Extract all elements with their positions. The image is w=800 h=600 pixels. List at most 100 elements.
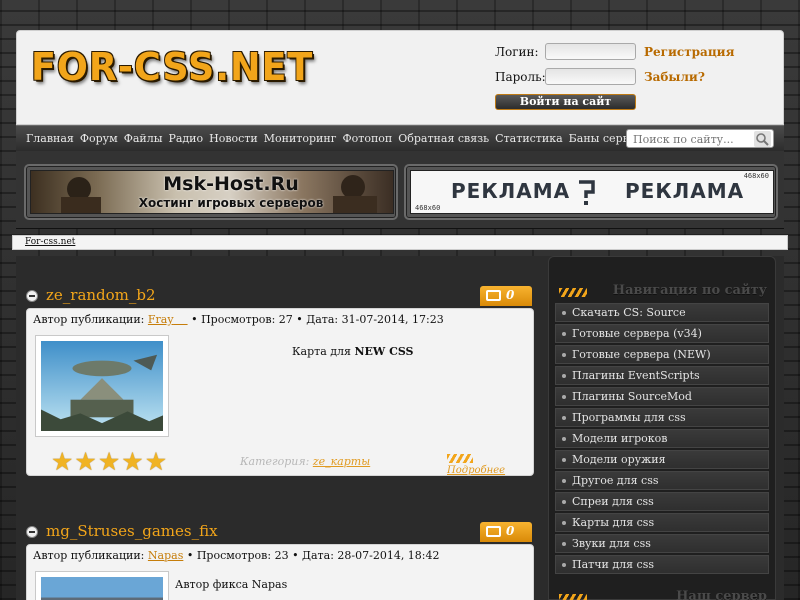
main-content: ze_random_b2 0 Автор публикации: Fray • … [16,256,784,600]
banner-zone: Msk-Host.Ru Хостинг игровых серверов РЕК… [16,151,784,229]
comment-icon [486,526,501,537]
page-wrapper: FOR-CSS.NET Логин: Регистрация Пароль: З… [12,30,788,600]
post-stats: • Просмотров: 27 • Дата: 31-07-2014, 17:… [191,313,444,326]
nav-item[interactable]: Радио [168,132,203,145]
question-mark-icon [579,180,595,205]
site-logo[interactable]: FOR-CSS.NET [31,45,313,89]
star-icon[interactable]: ★ [121,449,143,474]
sidebar-server-header: Наш сервер [549,587,777,600]
post-excerpt-bold: NEW CSS [354,345,414,358]
post-title[interactable]: mg_Struses_games_fix [46,522,218,540]
login-submit-button[interactable]: Войти на сайт [495,94,636,110]
hosting-banner-subtitle: Хостинг игровых серверов [138,196,324,210]
sidebar-menu-item[interactable]: Патчи для css [555,555,769,574]
post-card: Автор публикации: Napas • Просмотров: 23… [26,544,534,600]
post-card: Автор публикации: Fray • Просмотров: 27 … [26,308,534,476]
post-category: Категория: ze_карты [240,455,370,468]
stripes-icon [559,288,587,297]
comment-count: 0 [506,288,515,302]
post-excerpt-text: Карта для [292,345,355,358]
author-name: Fray [147,313,174,326]
header: FOR-CSS.NET Логин: Регистрация Пароль: З… [16,30,784,125]
nav-item[interactable]: Обратная связь [398,132,489,145]
comment-count: 0 [506,524,515,538]
sidebar-menu-item[interactable]: Готовые сервера (NEW) [555,345,769,364]
post-title-row: mg_Struses_games_fix 0 [24,522,532,544]
post-excerpt: Карта для NEW CSS [292,345,413,358]
breadcrumb-home-link[interactable]: For-css.net [25,237,75,247]
ad-size-bottom: 468x60 [415,204,441,212]
comment-count-badge[interactable]: 0 [480,522,532,542]
stripes-icon [559,594,587,600]
sidebar-server-title: Наш сервер [676,589,767,600]
sidebar-menu-item[interactable]: Модели игроков [555,429,769,448]
star-icon[interactable]: ★ [74,449,96,474]
forgot-password-link[interactable]: Забыли? [644,70,705,84]
sidebar: Навигация по сайту Скачать CS: Source Гот… [548,256,776,600]
category-link[interactable]: ze_карты [313,455,370,468]
breadcrumb-bar: For-css.net [12,235,788,250]
login-input[interactable] [545,43,636,60]
stripes-icon [447,454,473,463]
login-label: Логин: [495,45,539,59]
category-label: Категория: [240,455,310,468]
ad-banner-image: РЕКЛАМА РЕКЛАМА 468x60 468x60 [410,170,774,214]
star-icon[interactable]: ★ [51,449,73,474]
collapse-icon[interactable] [26,290,38,302]
author-link[interactable]: Fray [148,313,188,326]
password-label: Пароль: [495,70,546,84]
sidebar-menu-item[interactable]: Плагины EventScripts [555,366,769,385]
sidebar-menu-item[interactable]: Готовые сервера (v34) [555,324,769,343]
hosting-banner[interactable]: Msk-Host.Ru Хостинг игровых серверов [24,164,398,220]
sidebar-menu-item[interactable]: Карты для css [555,513,769,532]
author-label: Автор публикации: [33,549,145,562]
collapse-icon[interactable] [26,526,38,538]
nav-item[interactable]: Главная [26,132,74,145]
map-screenshot [41,577,163,600]
ad-word-right: РЕКЛАМА [625,179,745,203]
star-icon[interactable]: ★ [145,449,167,474]
sidebar-menu-item[interactable]: Плагины SourceMod [555,387,769,406]
nav-item[interactable]: Файлы [124,132,163,145]
post-title[interactable]: ze_random_b2 [46,286,156,304]
author-label: Автор публикации: [33,313,145,326]
nav-item[interactable]: Новости [209,132,258,145]
nav-item[interactable]: Мониторинг [264,132,337,145]
sidebar-menu-item[interactable]: Модели оружия [555,450,769,469]
sidebar-menu-item[interactable]: Спреи для css [555,492,769,511]
map-screenshot [41,341,163,431]
post-thumbnail[interactable] [35,571,169,600]
post-excerpt: Автор фикса Napas [175,578,288,591]
sidebar-menu: Скачать CS: Source Готовые сервера (v34) Г… [555,303,769,576]
read-more-label: Подробнее [447,465,506,476]
hosting-banner-title: Msk-Host.Ru [163,173,299,195]
read-more-link[interactable]: Подробнее [447,454,533,476]
search-icon[interactable] [754,131,771,147]
ad-banner[interactable]: РЕКЛАМА РЕКЛАМА 468x60 468x60 [404,164,778,220]
nav-items: Главная Форум Файлы Радио Новости Мониторинг Ф… [26,132,649,145]
main-nav: Главная Форум Файлы Радио Новости Мониторинг Ф… [16,125,784,151]
author-link[interactable]: Napas [148,549,183,562]
sidebar-menu-item[interactable]: Скачать CS: Source [555,303,769,322]
ad-word-left: РЕКЛАМА [451,179,571,203]
post-title-row: ze_random_b2 0 [24,286,532,308]
password-input[interactable] [545,68,636,85]
star-icon[interactable]: ★ [98,449,120,474]
sidebar-menu-item[interactable]: Звуки для css [555,534,769,553]
nav-item[interactable]: Фотопоп [342,132,392,145]
nav-item[interactable]: Форум [80,132,118,145]
post-meta: Автор публикации: Napas • Просмотров: 23… [33,549,440,562]
sidebar-nav-title: Навигация по сайту [612,283,767,298]
search-input[interactable] [633,132,753,146]
sidebar-menu-item[interactable]: Программы для css [555,408,769,427]
register-link[interactable]: Регистрация [644,45,734,59]
sidebar-menu-item[interactable]: Другое для css [555,471,769,490]
nav-item[interactable]: Статистика [495,132,563,145]
post-meta: Автор публикации: Fray • Просмотров: 27 … [33,313,444,326]
post-thumbnail[interactable] [35,335,169,437]
comment-icon [486,290,501,301]
rating-stars[interactable]: ★ ★ ★ ★ ★ [51,449,167,474]
hosting-banner-image: Msk-Host.Ru Хостинг игровых серверов [30,170,394,214]
comment-count-badge[interactable]: 0 [480,286,532,306]
post-stats: • Просмотров: 23 • Дата: 28-07-2014, 18:… [186,549,440,562]
